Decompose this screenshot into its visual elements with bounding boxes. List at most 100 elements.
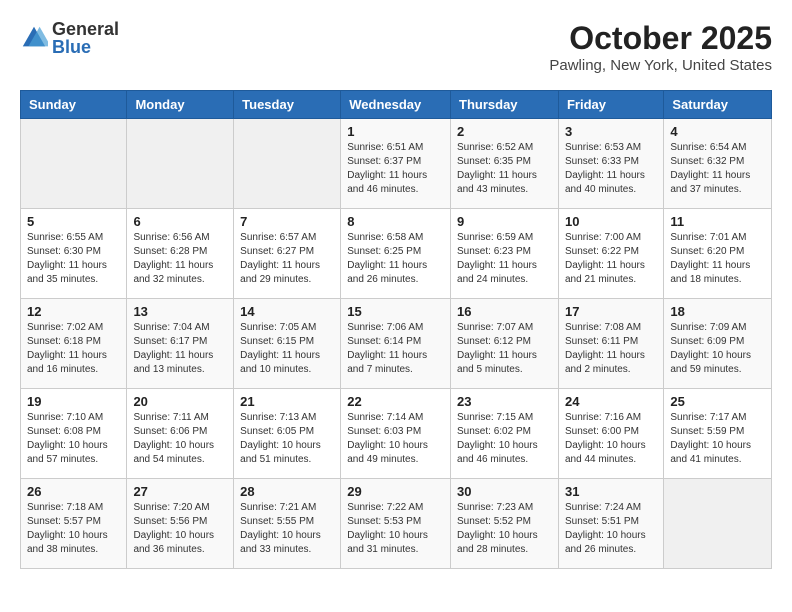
day-number: 9 — [457, 214, 552, 229]
day-info: Sunrise: 6:58 AM Sunset: 6:25 PM Dayligh… — [347, 231, 444, 287]
calendar-cell — [21, 119, 127, 209]
day-number: 17 — [565, 304, 657, 319]
week-row-2: 12Sunrise: 7:02 AM Sunset: 6:18 PM Dayli… — [21, 299, 772, 389]
calendar-cell: 12Sunrise: 7:02 AM Sunset: 6:18 PM Dayli… — [21, 299, 127, 389]
calendar-cell: 17 Sunrise: 7:08 AM Sunset: 6:11 PM Dayli… — [558, 299, 663, 389]
calendar-cell: 26 Sunrise: 7:18 AM Sunset: 5:57 PM Dayli… — [21, 479, 127, 569]
weekday-header-sunday: Sunday — [21, 91, 127, 119]
calendar-cell: 2Sunrise: 6:52 AM Sunset: 6:35 PM Daylig… — [451, 119, 559, 209]
day-number: 25 — [670, 394, 765, 409]
calendar-cell: 1 Sunrise: 6:51 AM Sunset: 6:37 PM Daylig… — [341, 119, 451, 209]
day-info: Sunrise: 7:17 AM Sunset: 5:59 PM Dayligh… — [670, 411, 765, 467]
day-info: Sunrise: 7:11 AM Sunset: 6:06 PM Dayligh… — [133, 411, 227, 467]
day-info: Sunrise: 6:51 AM Sunset: 6:37 PM Dayligh… — [347, 141, 444, 197]
calendar-cell: 7 Sunrise: 6:57 AM Sunset: 6:27 PM Daylig… — [234, 209, 341, 299]
calendar-cell — [234, 119, 341, 209]
calendar-cell — [127, 119, 234, 209]
day-number: 18 — [670, 304, 765, 319]
day-number: 3 — [565, 124, 657, 139]
calendar-cell: 16 Sunrise: 7:07 AM Sunset: 6:12 PM Dayli… — [451, 299, 559, 389]
day-info: Sunrise: 7:24 AM Sunset: 5:51 PM Dayligh… — [565, 501, 657, 557]
weekday-header-thursday: Thursday — [451, 91, 559, 119]
weekday-header-friday: Friday — [558, 91, 663, 119]
calendar-cell: 10Sunrise: 7:00 AM Sunset: 6:22 PM Dayli… — [558, 209, 663, 299]
day-number: 4 — [670, 124, 765, 139]
day-info: Sunrise: 6:53 AM Sunset: 6:33 PM Dayligh… — [565, 141, 657, 197]
day-info: Sunrise: 6:59 AM Sunset: 6:23 PM Dayligh… — [457, 231, 552, 287]
calendar-cell: 22Sunrise: 7:14 AM Sunset: 6:03 PM Dayli… — [341, 389, 451, 479]
calendar-cell: 20 Sunrise: 7:11 AM Sunset: 6:06 PM Dayli… — [127, 389, 234, 479]
day-info: Sunrise: 6:57 AM Sunset: 6:27 PM Dayligh… — [240, 231, 334, 287]
day-info: Sunrise: 7:07 AM Sunset: 6:12 PM Dayligh… — [457, 321, 552, 377]
logo-text: General Blue — [52, 20, 119, 56]
day-number: 12 — [27, 304, 120, 319]
day-info: Sunrise: 7:15 AM Sunset: 6:02 PM Dayligh… — [457, 411, 552, 467]
day-number: 20 — [133, 394, 227, 409]
calendar-cell: 19Sunrise: 7:10 AM Sunset: 6:08 PM Dayli… — [21, 389, 127, 479]
day-number: 8 — [347, 214, 444, 229]
day-info: Sunrise: 7:22 AM Sunset: 5:53 PM Dayligh… — [347, 501, 444, 557]
calendar-cell: 4Sunrise: 6:54 AM Sunset: 6:32 PM Daylig… — [664, 119, 772, 209]
calendar-cell: 18 Sunrise: 7:09 AM Sunset: 6:09 PM Dayli… — [664, 299, 772, 389]
day-info: Sunrise: 7:13 AM Sunset: 6:05 PM Dayligh… — [240, 411, 334, 467]
logo-blue: Blue — [52, 38, 119, 56]
day-number: 30 — [457, 484, 552, 499]
day-number: 11 — [670, 214, 765, 229]
calendar-cell: 6Sunrise: 6:56 AM Sunset: 6:28 PM Daylig… — [127, 209, 234, 299]
day-info: Sunrise: 6:56 AM Sunset: 6:28 PM Dayligh… — [133, 231, 227, 287]
logo-general: General — [52, 20, 119, 38]
calendar-cell: 30 Sunrise: 7:23 AM Sunset: 5:52 PM Dayli… — [451, 479, 559, 569]
day-info: Sunrise: 7:05 AM Sunset: 6:15 PM Dayligh… — [240, 321, 334, 377]
day-info: Sunrise: 7:18 AM Sunset: 5:57 PM Dayligh… — [27, 501, 120, 557]
day-number: 23 — [457, 394, 552, 409]
calendar-cell: 29 Sunrise: 7:22 AM Sunset: 5:53 PM Dayli… — [341, 479, 451, 569]
day-number: 27 — [133, 484, 227, 499]
weekday-header-monday: Monday — [127, 91, 234, 119]
day-info: Sunrise: 6:52 AM Sunset: 6:35 PM Dayligh… — [457, 141, 552, 197]
day-number: 28 — [240, 484, 334, 499]
title-block: October 2025 Pawling, New York, United S… — [549, 20, 772, 74]
day-number: 29 — [347, 484, 444, 499]
day-info: Sunrise: 7:23 AM Sunset: 5:52 PM Dayligh… — [457, 501, 552, 557]
location: Pawling, New York, United States — [549, 57, 772, 74]
day-info: Sunrise: 7:01 AM Sunset: 6:20 PM Dayligh… — [670, 231, 765, 287]
calendar-cell: 31Sunrise: 7:24 AM Sunset: 5:51 PM Dayli… — [558, 479, 663, 569]
day-info: Sunrise: 6:55 AM Sunset: 6:30 PM Dayligh… — [27, 231, 120, 287]
day-number: 5 — [27, 214, 120, 229]
day-number: 14 — [240, 304, 334, 319]
logo: General Blue — [20, 20, 119, 56]
calendar-cell: 3 Sunrise: 6:53 AM Sunset: 6:33 PM Daylig… — [558, 119, 663, 209]
calendar-cell: 21 Sunrise: 7:13 AM Sunset: 6:05 PM Dayli… — [234, 389, 341, 479]
calendar: SundayMondayTuesdayWednesdayThursdayFrid… — [20, 90, 772, 569]
weekday-header-row: SundayMondayTuesdayWednesdayThursdayFrid… — [21, 91, 772, 119]
calendar-cell: 27Sunrise: 7:20 AM Sunset: 5:56 PM Dayli… — [127, 479, 234, 569]
calendar-cell: 14 Sunrise: 7:05 AM Sunset: 6:15 PM Dayli… — [234, 299, 341, 389]
calendar-cell: 23 Sunrise: 7:15 AM Sunset: 6:02 PM Dayli… — [451, 389, 559, 479]
day-info: Sunrise: 7:08 AM Sunset: 6:11 PM Dayligh… — [565, 321, 657, 377]
day-number: 1 — [347, 124, 444, 139]
day-number: 7 — [240, 214, 334, 229]
page-header: General Blue October 2025 Pawling, New Y… — [20, 20, 772, 74]
calendar-cell: 24Sunrise: 7:16 AM Sunset: 6:00 PM Dayli… — [558, 389, 663, 479]
calendar-cell: 11 Sunrise: 7:01 AM Sunset: 6:20 PM Dayli… — [664, 209, 772, 299]
day-number: 16 — [457, 304, 552, 319]
calendar-cell: 8 Sunrise: 6:58 AM Sunset: 6:25 PM Daylig… — [341, 209, 451, 299]
day-number: 15 — [347, 304, 444, 319]
day-number: 22 — [347, 394, 444, 409]
logo-icon — [20, 24, 48, 52]
day-number: 21 — [240, 394, 334, 409]
day-number: 26 — [27, 484, 120, 499]
week-row-0: 1 Sunrise: 6:51 AM Sunset: 6:37 PM Daylig… — [21, 119, 772, 209]
day-info: Sunrise: 7:09 AM Sunset: 6:09 PM Dayligh… — [670, 321, 765, 377]
calendar-cell: 13 Sunrise: 7:04 AM Sunset: 6:17 PM Dayli… — [127, 299, 234, 389]
weekday-header-wednesday: Wednesday — [341, 91, 451, 119]
day-number: 19 — [27, 394, 120, 409]
day-number: 13 — [133, 304, 227, 319]
calendar-cell — [664, 479, 772, 569]
day-info: Sunrise: 7:04 AM Sunset: 6:17 PM Dayligh… — [133, 321, 227, 377]
day-info: Sunrise: 7:16 AM Sunset: 6:00 PM Dayligh… — [565, 411, 657, 467]
day-info: Sunrise: 7:00 AM Sunset: 6:22 PM Dayligh… — [565, 231, 657, 287]
weekday-header-saturday: Saturday — [664, 91, 772, 119]
week-row-1: 5 Sunrise: 6:55 AM Sunset: 6:30 PM Daylig… — [21, 209, 772, 299]
week-row-3: 19Sunrise: 7:10 AM Sunset: 6:08 PM Dayli… — [21, 389, 772, 479]
